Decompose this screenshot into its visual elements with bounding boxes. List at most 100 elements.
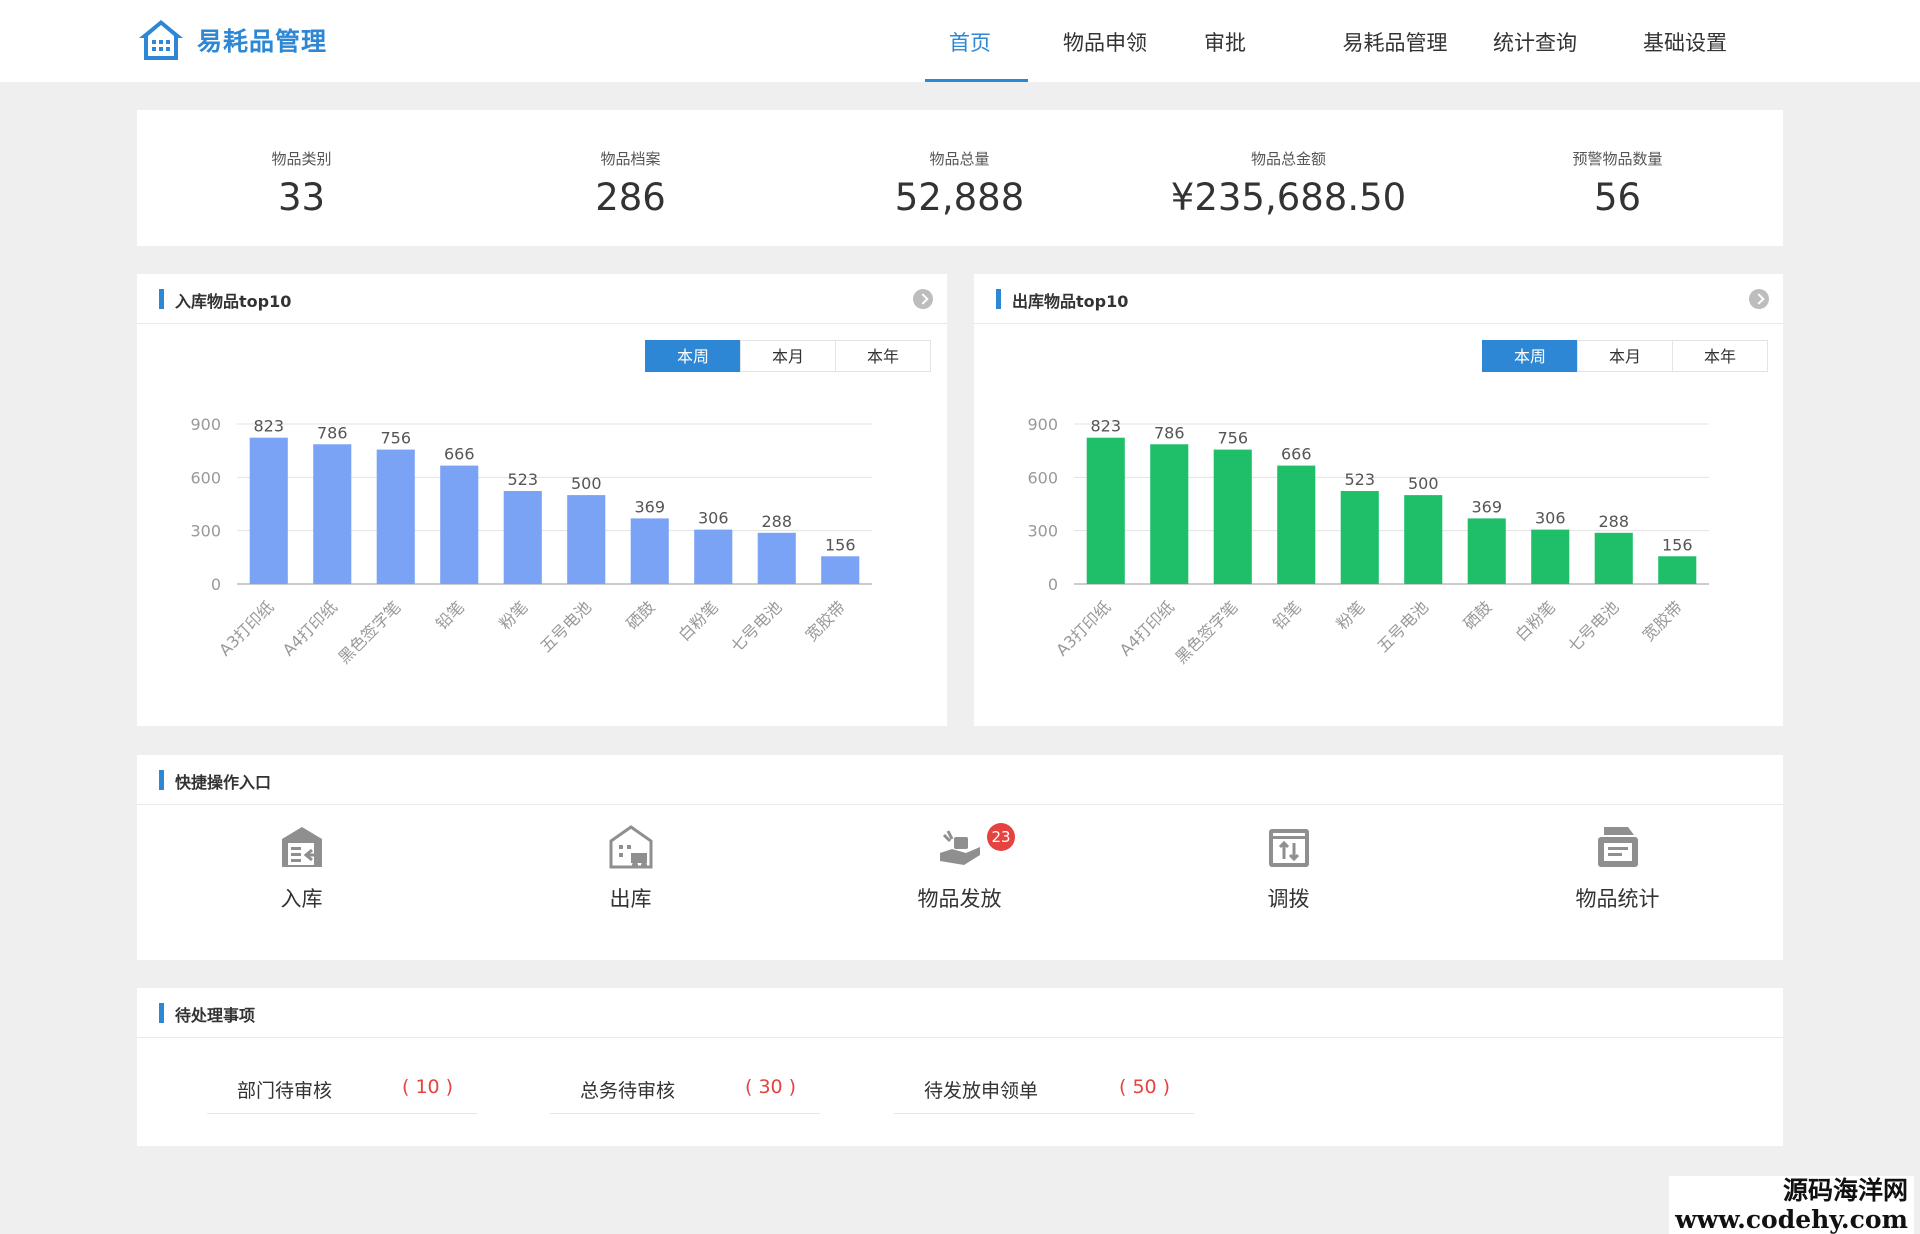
bar xyxy=(630,518,669,584)
bar-value-label: 156 xyxy=(825,535,856,554)
category-label: 硒鼓 xyxy=(1460,597,1496,633)
hand-delivery-icon xyxy=(940,830,980,865)
y-tick-label: 0 xyxy=(211,575,221,594)
y-tick-label: 0 xyxy=(1048,575,1058,594)
stats-panel: 物品类别 33 物品档案 286 物品总量 52,888 物品总金额 ¥235,… xyxy=(137,110,1783,246)
category-label: A4打印纸 xyxy=(1116,597,1178,659)
category-label: 铅笔 xyxy=(1269,597,1305,633)
quick-outbound[interactable]: 出库 xyxy=(466,823,795,923)
bar xyxy=(376,449,415,584)
site-watermark: 源码海洋网 www.codehy.com xyxy=(1669,1176,1914,1234)
notification-badge: 23 xyxy=(987,823,1015,851)
panel-title: 快捷操作入口 xyxy=(175,773,272,792)
category-label: A3打印纸 xyxy=(215,597,277,659)
warehouse-out-icon xyxy=(609,825,653,869)
quick-label: 入库 xyxy=(280,887,323,911)
bar xyxy=(1213,449,1252,584)
nav-active-indicator xyxy=(925,79,1028,82)
quick-distribute[interactable]: 23 物品发放 xyxy=(795,823,1124,923)
bar-value-label: 756 xyxy=(1217,429,1248,448)
bar-value-label: 523 xyxy=(1344,470,1375,489)
bar xyxy=(249,437,288,584)
panel-header: 待处理事项 xyxy=(137,988,1783,1038)
bar-value-label: 288 xyxy=(761,512,792,531)
statistics-box-icon xyxy=(1598,827,1638,867)
stat-value: 56 xyxy=(1593,176,1642,219)
bar-value-label: 823 xyxy=(1090,417,1121,436)
bar-value-label: 666 xyxy=(1281,445,1312,464)
stat-value: 286 xyxy=(595,176,666,219)
pending-label: 总务待审核 xyxy=(580,1080,676,1102)
y-tick-label: 900 xyxy=(190,415,221,434)
transfer-icon xyxy=(1269,829,1309,867)
pending-panel: 待处理事项 部门待审核 ( 10 ) 总务待审核 ( 30 ) 待发放申领单 (… xyxy=(137,988,1783,1146)
stat-label: 物品类别 xyxy=(271,150,332,168)
quick-label: 出库 xyxy=(609,887,652,911)
pending-count: ( 50 ) xyxy=(1119,1076,1171,1098)
bar xyxy=(1594,532,1633,584)
panel-title: 待处理事项 xyxy=(175,1006,256,1025)
stat-label: 预警物品数量 xyxy=(1572,150,1663,168)
bar-value-label: 306 xyxy=(1535,509,1566,528)
outbound-top10-panel: 出库物品top10 本周 本月 本年 0 300 600 900 823 A3打印纸 786… xyxy=(974,274,1783,726)
nav-item-settings[interactable]: 基础设置 xyxy=(1625,0,1745,82)
bar xyxy=(440,465,479,584)
nav-item-statistics[interactable]: 统计查询 xyxy=(1475,0,1595,82)
quick-label: 物品统计 xyxy=(1575,887,1660,911)
category-label: 白粉笔 xyxy=(1512,597,1559,644)
bar xyxy=(694,529,733,584)
bar-value-label: 666 xyxy=(444,445,475,464)
stat-label: 物品总量 xyxy=(929,150,990,168)
pending-label: 部门待审核 xyxy=(237,1080,333,1102)
pending-distribute-orders[interactable]: 待发放申领单 ( 50 ) xyxy=(894,1060,1194,1114)
outbound-bar-chart: 0 300 600 900 823 A3打印纸 786 A4打印纸 756 黑色签字笔 666 铅笔 5… xyxy=(1027,415,1709,667)
bar xyxy=(1404,495,1443,584)
bar xyxy=(1658,556,1697,584)
quick-statistics[interactable]: 物品统计 xyxy=(1453,823,1782,923)
panel-header: 快捷操作入口 xyxy=(137,755,1783,805)
app-logo[interactable]: 易耗品管理 xyxy=(137,18,327,62)
home-icon xyxy=(139,20,183,60)
stat-value: 33 xyxy=(277,176,326,219)
y-tick-label: 600 xyxy=(1027,468,1058,487)
title-marker xyxy=(159,1003,164,1023)
bar xyxy=(757,532,796,584)
bar-value-label: 288 xyxy=(1598,512,1629,531)
bar xyxy=(1150,444,1189,584)
bar-value-label: 786 xyxy=(1154,423,1185,442)
y-tick-label: 600 xyxy=(190,468,221,487)
app-title: 易耗品管理 xyxy=(197,27,328,56)
quick-label: 调拨 xyxy=(1267,887,1310,911)
bar-value-label: 500 xyxy=(1408,474,1439,493)
bar xyxy=(1086,437,1125,584)
bar xyxy=(1340,491,1379,584)
bar xyxy=(567,495,606,584)
title-marker xyxy=(159,770,164,790)
category-label: 黑色签字笔 xyxy=(335,597,405,667)
bar-value-label: 786 xyxy=(317,423,348,442)
nav-home[interactable]: 首页 xyxy=(920,0,1020,82)
category-label: 黑色签字笔 xyxy=(1172,597,1242,667)
nav-item-request[interactable]: 物品申领 xyxy=(1045,0,1165,82)
category-label: 宽胶带 xyxy=(802,597,849,644)
pending-general-review[interactable]: 总务待审核 ( 30 ) xyxy=(550,1060,820,1114)
warehouse-in-icon xyxy=(282,827,322,867)
category-label: 五号电池 xyxy=(536,597,595,656)
category-label: 白粉笔 xyxy=(675,597,722,644)
nav-item-consumables[interactable]: 易耗品管理 xyxy=(1330,0,1460,82)
category-label: 七号电池 xyxy=(1564,597,1623,656)
y-tick-label: 300 xyxy=(190,522,221,541)
category-label: 七号电池 xyxy=(727,597,786,656)
quick-transfer[interactable]: 调拨 xyxy=(1124,823,1453,923)
category-label: 铅笔 xyxy=(432,597,468,633)
bar xyxy=(313,444,352,584)
pending-label: 待发放申领单 xyxy=(924,1080,1039,1102)
quick-inbound[interactable]: 入库 xyxy=(137,823,466,923)
nav-item-approval[interactable]: 审批 xyxy=(1185,0,1265,82)
category-label: A3打印纸 xyxy=(1052,597,1114,659)
pending-dept-review[interactable]: 部门待审核 ( 10 ) xyxy=(207,1060,477,1114)
stat-value: 52,888 xyxy=(894,176,1025,219)
bar xyxy=(503,491,542,584)
bar-value-label: 306 xyxy=(698,509,729,528)
stat-label: 物品档案 xyxy=(600,150,661,168)
